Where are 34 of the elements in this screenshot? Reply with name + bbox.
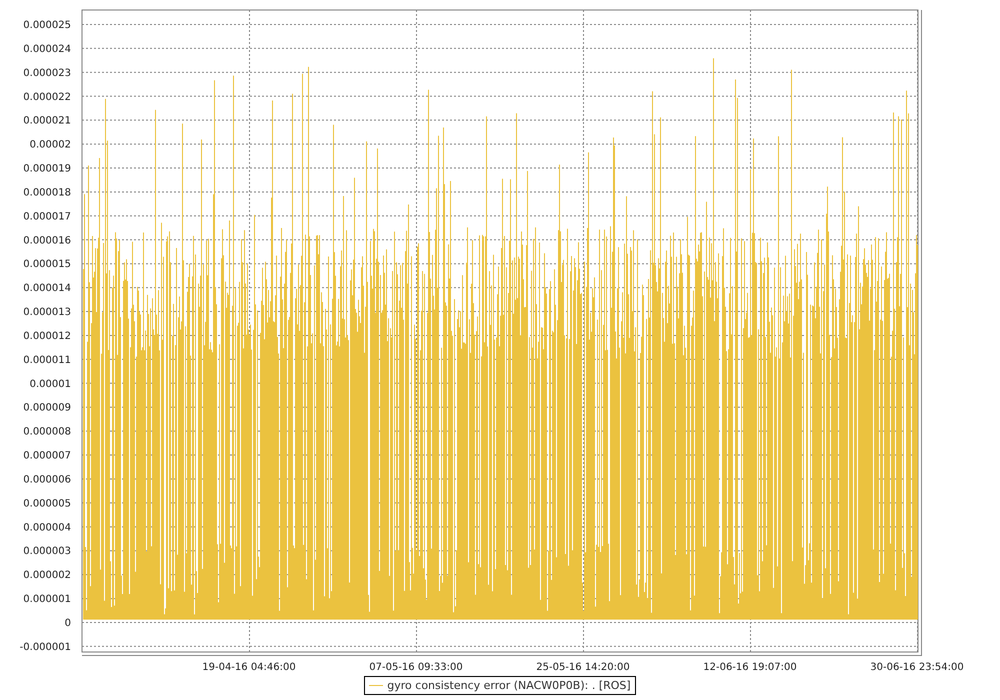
y-axis-label: 0.000018 [23, 187, 71, 198]
y-axis-label: 0.000005 [23, 498, 71, 510]
x-axis-label: 25-05-16 14:20:00 [536, 662, 630, 672]
y-axis-label: 0.000013 [23, 307, 71, 318]
y-axis-label: 0.000019 [23, 164, 71, 175]
y-axis-label: 0.000011 [23, 354, 71, 366]
y-axis-label: 0.000021 [23, 116, 71, 127]
legend-label: gyro consistency error (NACW0P0B): . [ROS] [387, 679, 631, 692]
y-axis-label: 0.000006 [23, 474, 71, 486]
y-axis-label: 0.000004 [23, 522, 71, 534]
y-axis-label: 0.000014 [23, 283, 71, 294]
y-axis-label: 0.000009 [23, 402, 71, 414]
y-axis-label: 0.000015 [23, 259, 71, 270]
y-axis-label: 0.000017 [23, 211, 71, 222]
y-axis-label: 0.000023 [23, 68, 71, 79]
x-axis-label: 19-04-16 04:46:00 [202, 662, 296, 672]
y-axis-label: 0.000024 [23, 44, 71, 55]
y-axis-label: 0.000007 [23, 450, 71, 462]
y-axis-label: 0.000001 [23, 594, 71, 606]
y-axis-label: 0.000016 [23, 235, 71, 246]
y-axis-label: 0.000002 [23, 570, 71, 582]
y-axis-label: 0.000025 [23, 20, 71, 31]
y-axis-label: 0.000022 [23, 92, 71, 103]
y-axis-label: 0 [64, 618, 71, 629]
x-axis-label: 07-05-16 09:33:00 [369, 662, 463, 672]
y-axis-label: 0.00001 [30, 378, 71, 390]
y-axis-label: -0.000001 [20, 642, 71, 653]
y-axis-label: 0.00002 [30, 140, 71, 151]
x-axis-label: 12-06-16 19:07:00 [703, 662, 797, 672]
legend-line-icon [369, 685, 384, 686]
y-axis-label: 0.000012 [23, 330, 71, 342]
y-axis-label: 0.000008 [23, 426, 71, 438]
y-axis-label: 0.000003 [23, 546, 71, 558]
x-axis-label: 30-06-16 23:54:00 [870, 662, 964, 672]
